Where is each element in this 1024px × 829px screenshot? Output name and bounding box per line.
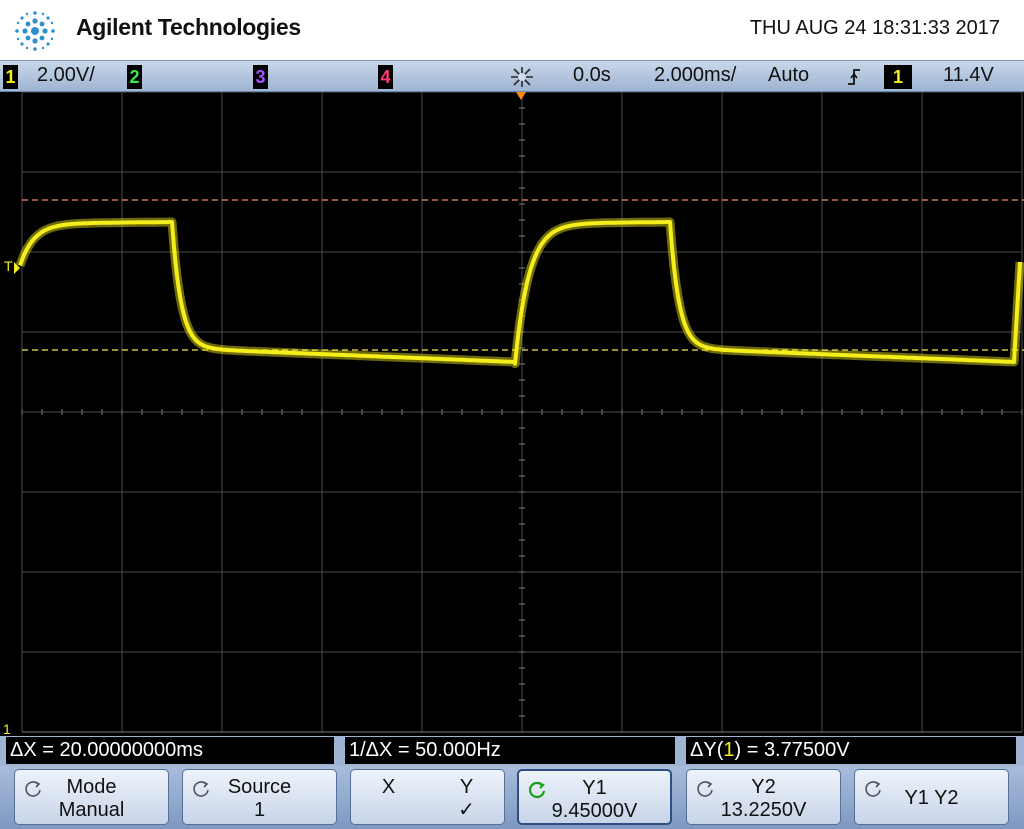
channel-3-indicator[interactable]: 3: [253, 65, 268, 89]
delta-x-readout: ΔX = 20.00000000ms: [6, 737, 334, 764]
inverse-delta-x-readout: 1/ΔX = 50.000Hz: [345, 737, 675, 764]
mode-value: Manual: [58, 799, 125, 821]
delta-y-readout: ΔY(1) = 3.77500V: [686, 737, 1016, 764]
y2-label: Y2: [751, 776, 776, 798]
trigger-level: 11.4V: [943, 64, 994, 86]
mode-softkey[interactable]: Mode Manual: [14, 769, 169, 825]
channel-1-indicator[interactable]: 1: [3, 65, 18, 89]
x-label: X: [381, 776, 396, 798]
x-y-softkey[interactable]: X Y ✓: [350, 769, 505, 825]
softkey-bar: Mode Manual Source 1 X Y ✓ Y1 9.45000V Y…: [0, 766, 1024, 829]
date-time: THU AUG 24 18:31:33 2017: [749, 17, 1000, 39]
y2-softkey[interactable]: Y2 13.2250V: [686, 769, 841, 825]
waveform-canvas: T 1: [3, 92, 1024, 736]
time-delay: 0.0s: [573, 64, 611, 86]
y1-softkey[interactable]: Y1 9.45000V: [517, 769, 672, 825]
y-label: Y: [459, 776, 474, 798]
header: Agilent Technologies THU AUG 24 18:31:33…: [0, 0, 1024, 60]
source-label: Source: [227, 776, 292, 798]
trigger-mode: Auto: [768, 64, 810, 86]
y1-y2-label: Y1 Y2: [904, 787, 959, 809]
channel-1-scale: 2.00V/: [37, 64, 95, 86]
y-selected-check: ✓: [458, 799, 475, 821]
source-softkey[interactable]: Source 1: [182, 769, 337, 825]
waveform-noise-band: [15, 217, 1024, 369]
graticule: [21, 92, 1023, 733]
delta-y-prefix: ΔY(: [690, 739, 724, 761]
delta-y-value: ) = 3.77500V: [734, 739, 850, 761]
channel-2-indicator[interactable]: 2: [127, 65, 142, 89]
waveform-display[interactable]: T 1: [0, 92, 1024, 736]
y2-value: 13.2250V: [720, 799, 807, 821]
delta-y-channel: 1: [723, 739, 735, 761]
mode-label: Mode: [66, 776, 117, 798]
channel-1-ground-marker: 1: [3, 721, 11, 736]
agilent-logo-icon: [15, 11, 55, 51]
y1-value: 9.45000V: [551, 800, 638, 822]
trigger-position-marker-icon: [516, 92, 526, 100]
trigger-source[interactable]: 1: [884, 65, 912, 89]
status-bar: 1 2.00V/ 2 3 4 0.0s 2.000ms/ Auto 1 11.4…: [0, 60, 1024, 92]
measurement-bar: ΔX = 20.00000000ms 1/ΔX = 50.000Hz ΔY(1)…: [0, 736, 1024, 766]
trigger-level-label: T: [4, 258, 13, 274]
time-scale: 2.000ms/: [654, 64, 737, 86]
trigger-edge-rising-icon: [848, 69, 860, 85]
channel-4-indicator[interactable]: 4: [378, 65, 393, 89]
y1-y2-softkey[interactable]: Y1 Y2: [854, 769, 1009, 825]
run-state-icon: [511, 67, 533, 87]
channel-1-trace: [15, 217, 1024, 369]
y1-label: Y1: [582, 777, 607, 799]
brand-name: Agilent Technologies: [76, 14, 301, 40]
source-value: 1: [253, 799, 266, 821]
